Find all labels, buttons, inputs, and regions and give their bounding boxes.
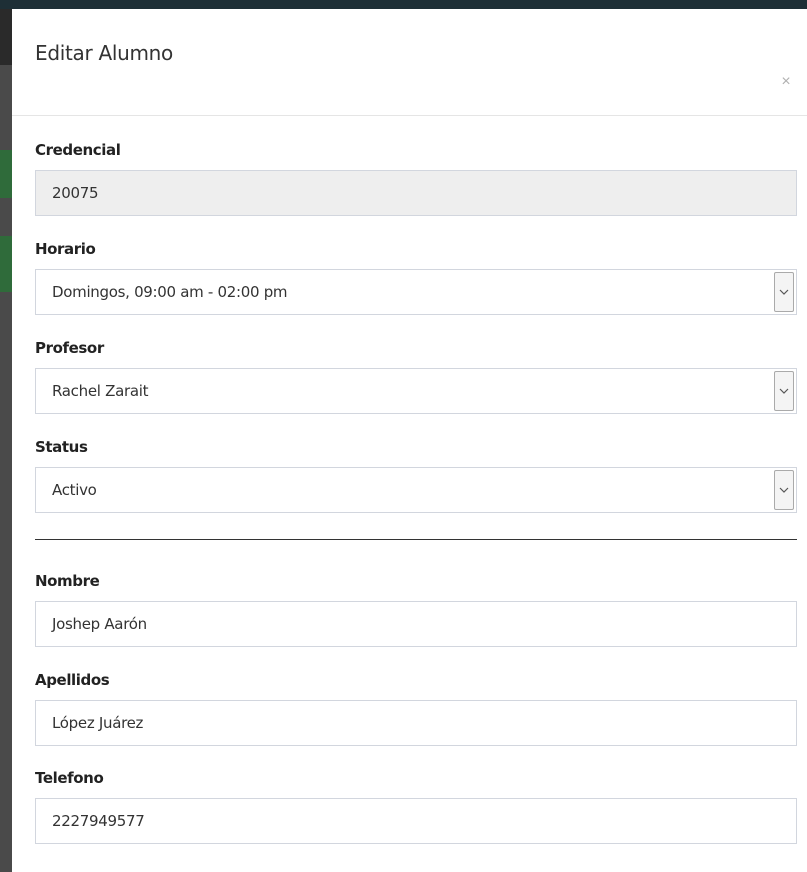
background-green-block xyxy=(0,236,12,292)
horario-select[interactable]: Domingos, 09:00 am - 02:00 pm xyxy=(35,269,797,315)
chevron-down-icon[interactable] xyxy=(774,371,794,411)
background-page xyxy=(0,198,12,236)
apellidos-input[interactable]: López Juárez xyxy=(35,700,797,746)
close-icon[interactable]: × xyxy=(777,73,795,91)
background-green-block xyxy=(0,150,12,198)
form-group-telefono: Telefono xyxy=(35,769,797,787)
status-label: Status xyxy=(35,438,88,456)
status-selected-value: Activo xyxy=(52,481,97,499)
background-page xyxy=(0,65,12,150)
chevron-down-icon[interactable] xyxy=(774,272,794,312)
form-group-profesor: Profesor xyxy=(35,339,797,357)
horario-label: Horario xyxy=(35,240,96,258)
profesor-selected-value: Rachel Zarait xyxy=(52,382,149,400)
nombre-label: Nombre xyxy=(35,572,100,590)
modal-title: Editar Alumno xyxy=(35,41,173,65)
horario-selected-value: Domingos, 09:00 am - 02:00 pm xyxy=(52,283,288,301)
background-page xyxy=(0,9,12,65)
form-group-nombre: Nombre xyxy=(35,572,797,590)
section-divider xyxy=(35,539,797,540)
form-group-horario: Horario xyxy=(35,240,797,258)
background-page xyxy=(0,292,12,872)
form-group-credencial: Credencial xyxy=(35,141,797,159)
telefono-label: Telefono xyxy=(35,769,104,787)
credencial-label: Credencial xyxy=(35,141,121,159)
chevron-down-icon[interactable] xyxy=(774,470,794,510)
modal-header: Editar Alumno × xyxy=(12,9,807,116)
telefono-input[interactable]: 2227949577 xyxy=(35,798,797,844)
credencial-field: 20075 xyxy=(35,170,797,216)
apellidos-label: Apellidos xyxy=(35,671,110,689)
profesor-label: Profesor xyxy=(35,339,104,357)
form-group-status: Status xyxy=(35,438,797,456)
nombre-input[interactable]: Joshep Aarón xyxy=(35,601,797,647)
profesor-select[interactable]: Rachel Zarait xyxy=(35,368,797,414)
form-group-apellidos: Apellidos xyxy=(35,671,797,689)
edit-student-modal: Editar Alumno × Credencial 20075 Horario… xyxy=(12,9,807,872)
status-select[interactable]: Activo xyxy=(35,467,797,513)
app-top-bar xyxy=(0,0,807,9)
